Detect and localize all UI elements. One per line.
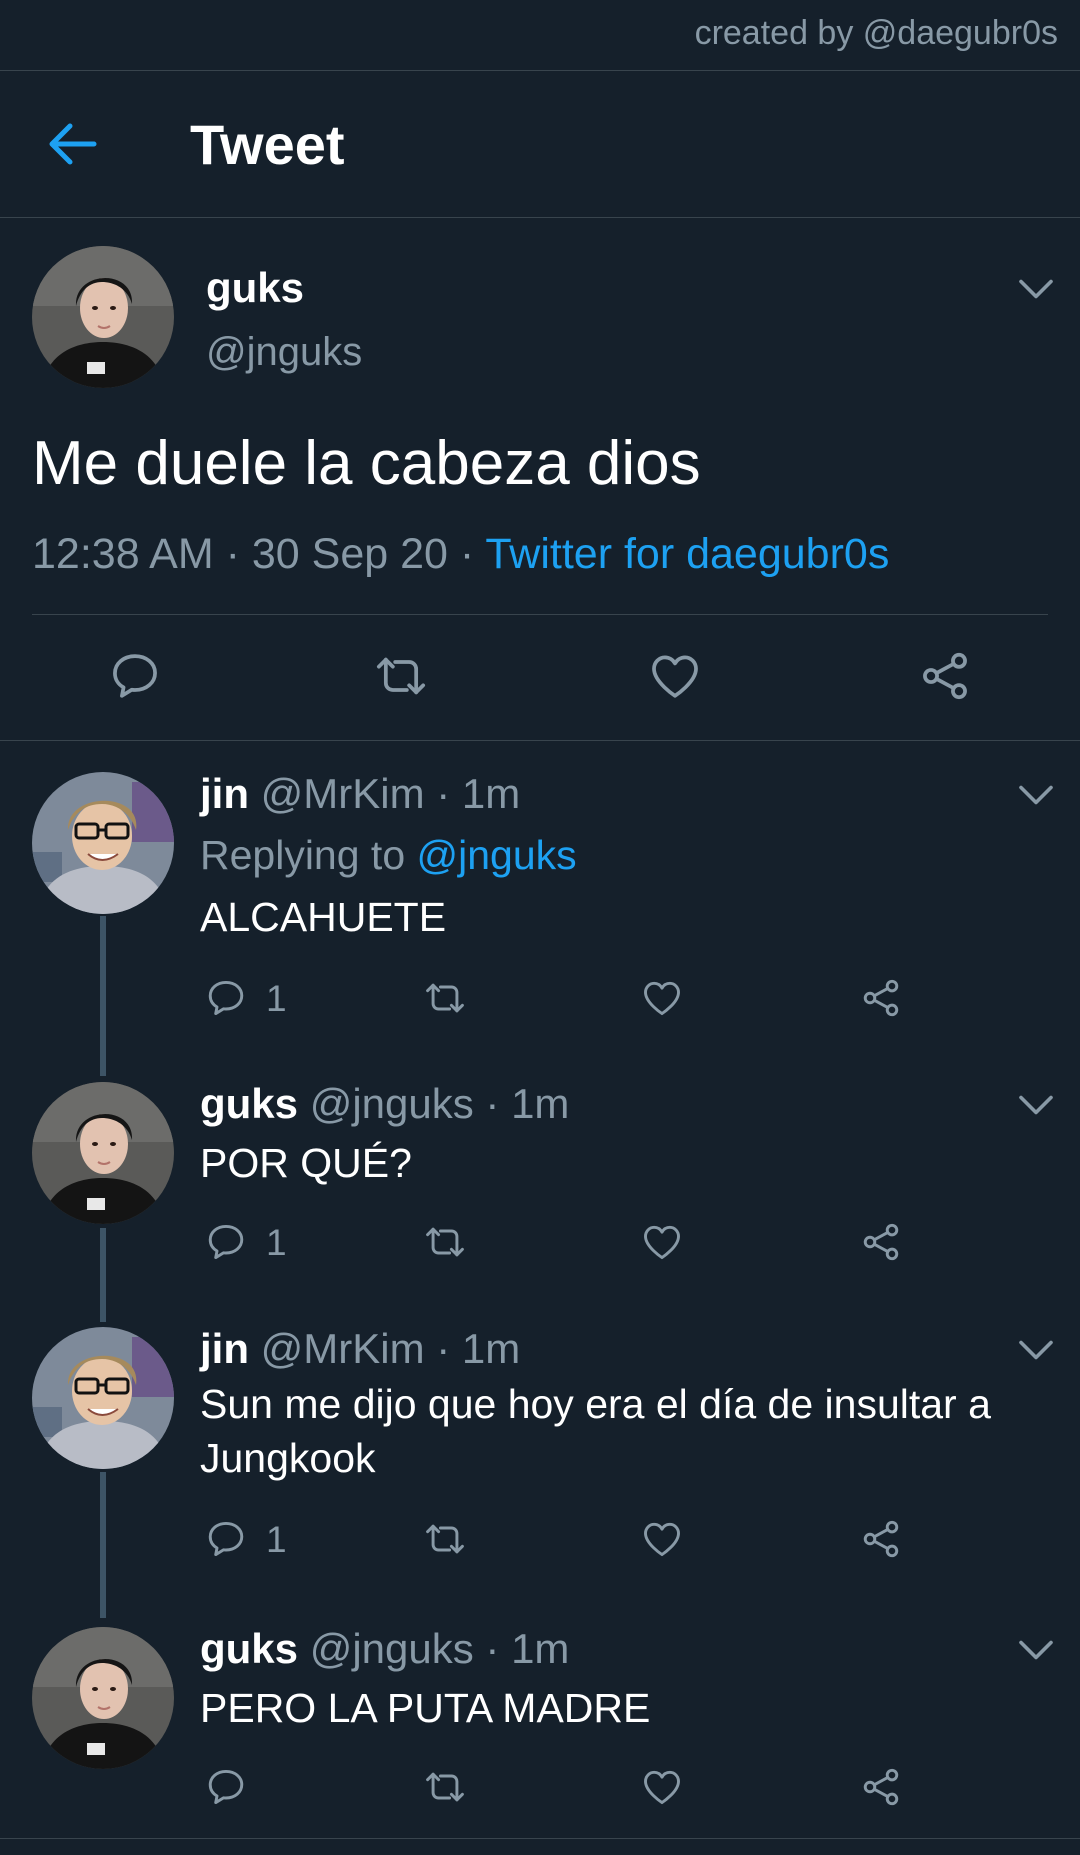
reply-author-name[interactable]: jin: [200, 770, 249, 817]
reply-handle-time: @MrKim · 1m: [249, 770, 521, 817]
avatar[interactable]: [32, 1327, 174, 1469]
tweet-meta: 12:38 AM · 30 Sep 20 · Twitter for daegu…: [32, 530, 889, 579]
tweet-text: Me duele la cabeza dios: [32, 429, 701, 498]
reply-icon: [204, 1220, 248, 1264]
share-button[interactable]: [917, 648, 973, 704]
retweet-icon: [423, 1765, 467, 1809]
reply-text: ALCAHUETE: [200, 894, 447, 940]
thread-line: [100, 1228, 106, 1322]
retweet-icon: [373, 648, 429, 704]
thread-line: [100, 916, 106, 1076]
watermark-text: created by @daegubr0s: [694, 14, 1058, 52]
retweet-icon: [423, 976, 467, 1020]
tweet-source-link[interactable]: Twitter for daegubr0s: [485, 530, 889, 578]
arrow-left-icon: [49, 123, 97, 165]
reply-icon: [107, 648, 163, 704]
like-button[interactable]: [647, 648, 703, 704]
reply-handle-time: @jnguks · 1m: [298, 1625, 570, 1672]
like-button[interactable]: [640, 976, 684, 1020]
retweet-icon: [423, 1220, 467, 1264]
replying-prefix: Replying to: [200, 832, 417, 878]
reply-icon: [204, 1765, 248, 1809]
share-icon: [917, 648, 973, 704]
chevron-down-icon[interactable]: [1018, 1094, 1054, 1116]
reply-handle-time: @jnguks · 1m: [298, 1080, 570, 1127]
reply-author-name[interactable]: guks: [200, 1080, 298, 1127]
share-icon: [859, 1765, 903, 1809]
retweet-icon: [423, 1517, 467, 1561]
avatar[interactable]: [32, 772, 174, 914]
retweet-button[interactable]: [423, 1517, 467, 1561]
tweet-time: 12:38 AM · 30 Sep 20 ·: [32, 530, 486, 578]
avatar[interactable]: [32, 246, 174, 388]
retweet-button[interactable]: [423, 976, 467, 1020]
reply-count: 1: [266, 978, 287, 1019]
like-button[interactable]: [640, 1220, 684, 1264]
reply-text: Sun me dijo que hoy era el día de insult…: [200, 1381, 991, 1481]
like-button[interactable]: [640, 1517, 684, 1561]
share-button[interactable]: [859, 1765, 903, 1809]
watermark-bar: created by @daegubr0s: [0, 0, 1080, 71]
like-button[interactable]: [640, 1765, 684, 1809]
retweet-button[interactable]: [373, 648, 429, 704]
replying-to: Replying to @jnguks: [200, 832, 577, 879]
thread-line: [100, 1472, 106, 1618]
replying-to-link[interactable]: @jnguks: [417, 832, 577, 878]
back-button[interactable]: [44, 118, 100, 170]
main-tweet: guks @jnguks Me duele la cabeza dios 12:…: [0, 218, 1080, 741]
reply-header: guks @jnguks · 1m: [200, 1080, 569, 1128]
author-handle[interactable]: @jnguks: [206, 330, 362, 375]
chevron-down-icon[interactable]: [1018, 784, 1054, 806]
reply-count: 1: [266, 1519, 287, 1560]
reply-button[interactable]: [204, 1220, 248, 1264]
reply-header: guks @jnguks · 1m: [200, 1625, 569, 1673]
reply-button[interactable]: [107, 648, 163, 704]
share-icon: [859, 1220, 903, 1264]
chevron-down-icon[interactable]: [1018, 1339, 1054, 1361]
heart-icon: [647, 648, 703, 704]
top-header: Tweet: [0, 70, 1080, 218]
heart-icon: [640, 1765, 684, 1809]
reply-author-name[interactable]: jin: [200, 1325, 249, 1372]
share-icon: [859, 1517, 903, 1561]
reply-handle-time: @MrKim · 1m: [249, 1325, 521, 1372]
reply-button[interactable]: [204, 1517, 248, 1561]
reply-text: POR QUÉ?: [200, 1140, 412, 1186]
heart-icon: [640, 976, 684, 1020]
heart-icon: [640, 1517, 684, 1561]
reply-count: 1: [266, 1222, 287, 1263]
divider: [32, 614, 1048, 615]
retweet-button[interactable]: [423, 1220, 467, 1264]
divider: [0, 1838, 1080, 1839]
heart-icon: [640, 1220, 684, 1264]
page-title: Tweet: [190, 113, 345, 176]
reply-header: jin @MrKim · 1m: [200, 1325, 520, 1373]
reply-header: jin @MrKim · 1m: [200, 770, 520, 818]
retweet-button[interactable]: [423, 1765, 467, 1809]
share-icon: [859, 976, 903, 1020]
share-button[interactable]: [859, 1517, 903, 1561]
reply-button[interactable]: [204, 1765, 248, 1809]
reply-text: PERO LA PUTA MADRE: [200, 1685, 651, 1731]
reply-icon: [204, 976, 248, 1020]
chevron-down-icon[interactable]: [1018, 1639, 1054, 1661]
reply-author-name[interactable]: guks: [200, 1625, 298, 1672]
chevron-down-icon[interactable]: [1018, 278, 1054, 300]
reply-button[interactable]: [204, 976, 248, 1020]
avatar[interactable]: [32, 1627, 174, 1769]
share-button[interactable]: [859, 1220, 903, 1264]
share-button[interactable]: [859, 976, 903, 1020]
reply-icon: [204, 1517, 248, 1561]
avatar[interactable]: [32, 1082, 174, 1224]
author-name[interactable]: guks: [206, 264, 304, 312]
